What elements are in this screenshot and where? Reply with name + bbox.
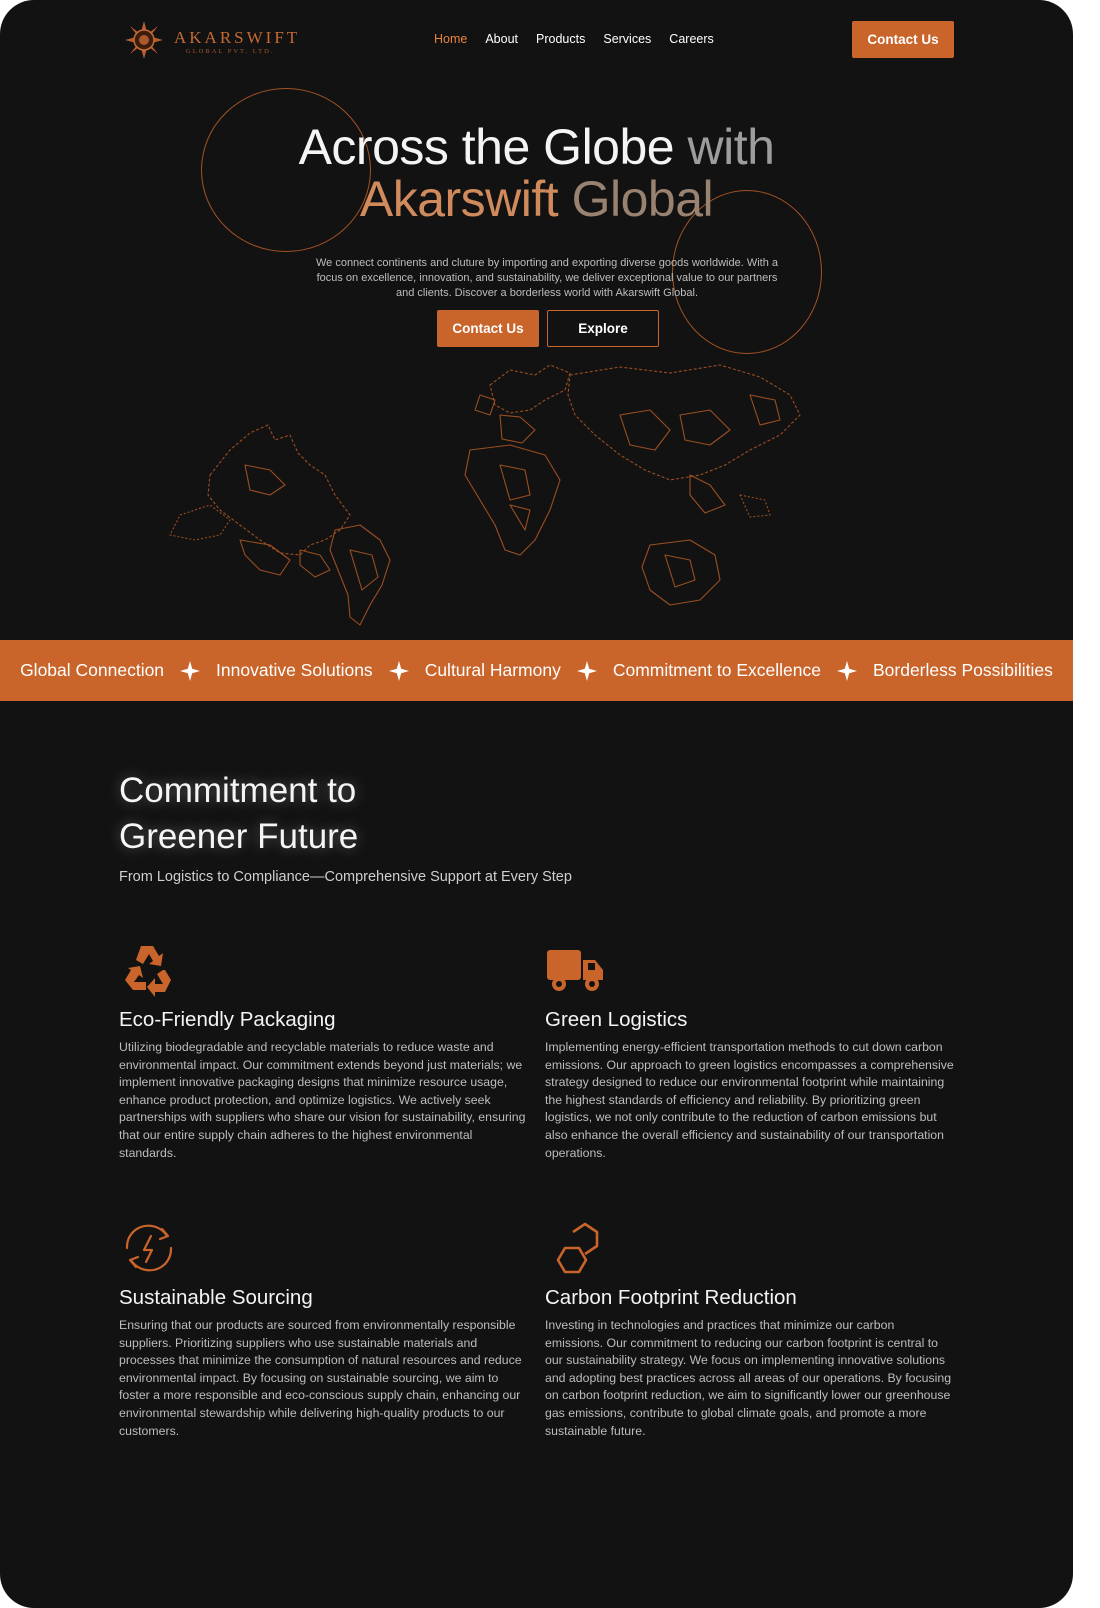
marquee-item: Borderless Possibilities: [872, 660, 1053, 680]
feature-card: Sustainable Sourcing Ensuring that our p…: [119, 1218, 529, 1438]
world-map-illustration: [169, 364, 801, 626]
feature-title: Carbon Footprint Reduction: [545, 1286, 797, 1309]
hero-title-part: with: [687, 119, 775, 175]
feature-card: Eco-Friendly Packaging Utilizing biodegr…: [119, 940, 529, 1160]
feature-card: Carbon Footprint Reduction Investing in …: [545, 1218, 955, 1438]
feature-title: Eco-Friendly Packaging: [119, 1008, 336, 1031]
marquee-item: Cultural Harmony: [424, 660, 561, 680]
feature-text: Investing in technologies and practices …: [545, 1318, 952, 1438]
page-frame: AKARSWIFT GLOBAL PVT. LTD. Home About Pr…: [0, 0, 1073, 1608]
hero-title-part: Akarswift: [359, 171, 572, 227]
section-subtitle: From Logistics to Compliance—Comprehensi…: [119, 869, 572, 885]
four-point-star-icon: [388, 660, 409, 681]
hero-description: We connect continents and cluture by imp…: [315, 257, 779, 299]
sun-emblem-icon: [125, 21, 163, 59]
section-title-line: Greener Future: [119, 817, 359, 856]
recycle-icon: [125, 946, 171, 997]
hero-title-line2: Akarswift Global: [0, 170, 1073, 228]
hero-contact-button[interactable]: Contact Us: [437, 310, 539, 347]
section-title: Commitment to Greener Future: [119, 768, 358, 860]
brand-subtitle: GLOBAL PVT. LTD.: [186, 48, 275, 55]
four-point-star-icon: [576, 660, 597, 681]
nav-item-about[interactable]: About: [485, 32, 518, 46]
feature-title: Green Logistics: [545, 1008, 688, 1031]
nav-item-products[interactable]: Products: [536, 32, 585, 46]
hero-title-line1: Across the Globe with: [0, 118, 1073, 176]
truck-icon: [547, 950, 603, 991]
hero-title-part: Global: [571, 171, 714, 227]
renewable-energy-icon: [125, 1224, 173, 1272]
nav-item-home[interactable]: Home: [434, 32, 467, 46]
feature-text: Utilizing biodegradable and recyclable m…: [119, 1040, 526, 1160]
brand-name: AKARSWIFT: [174, 28, 301, 47]
feature-text: Implementing energy-efficient transporta…: [545, 1040, 954, 1160]
marquee-item: Commitment to Excellence: [612, 660, 821, 680]
feature-card: Green Logistics Implementing energy-effi…: [545, 940, 955, 1160]
four-point-star-icon: [836, 660, 857, 681]
four-point-star-icon: [180, 660, 201, 681]
marquee-item: Global Connection: [20, 660, 165, 680]
hexagon-icon: [556, 1222, 599, 1274]
header-contact-button[interactable]: Contact Us: [852, 21, 954, 58]
feature-text: Ensuring that our products are sourced f…: [119, 1318, 522, 1438]
brand-logo[interactable]: AKARSWIFT GLOBAL PVT. LTD.: [124, 18, 297, 62]
main-nav: Home About Products Services Careers: [434, 32, 714, 46]
section-title-line: Commitment to: [119, 771, 357, 810]
nav-item-services[interactable]: Services: [603, 32, 651, 46]
values-marquee: Global Connection Innovative Solutions C…: [0, 640, 1073, 701]
hero-title-part: Across the Globe: [298, 119, 688, 175]
hero-explore-button[interactable]: Explore: [547, 310, 659, 347]
feature-title: Sustainable Sourcing: [119, 1286, 313, 1309]
marquee-item: Innovative Solutions: [216, 660, 373, 680]
nav-item-careers[interactable]: Careers: [669, 32, 713, 46]
